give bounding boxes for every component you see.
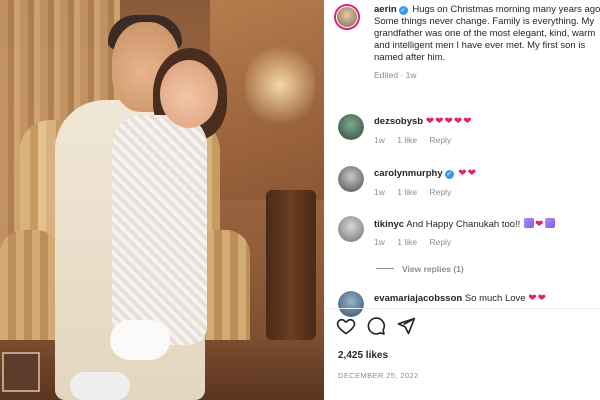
comment-likes[interactable]: 1 like xyxy=(397,187,417,197)
photo-side-table xyxy=(266,190,316,340)
view-replies-line xyxy=(376,268,394,269)
comment-text: tikinyc And Happy Chanukah too!! ❤ xyxy=(374,218,556,230)
caption-text: Hugs on Christmas morning many years ago… xyxy=(374,4,600,63)
photo-child-dress xyxy=(112,115,207,345)
view-replies-label: View replies (1) xyxy=(402,264,464,274)
verified-badge-icon: ✓ xyxy=(398,6,408,15)
likes-count[interactable]: 2,425 likes xyxy=(338,350,388,361)
red-heart-emoji-icon: ❤ xyxy=(534,219,545,230)
photo-shoe xyxy=(70,372,130,400)
comment-reply-button[interactable]: Reply xyxy=(429,237,451,247)
comment-text: carolynmurphy ✓ ❤❤ xyxy=(374,168,477,179)
comment-username[interactable]: carolynmurphy xyxy=(374,168,443,179)
caption-edited: Edited · 1w xyxy=(374,70,417,80)
comment-avatar[interactable] xyxy=(338,291,364,317)
comment-reply-button[interactable]: Reply xyxy=(429,187,451,197)
comment-username[interactable]: tikinyc xyxy=(374,219,404,230)
comment-avatar[interactable] xyxy=(338,114,364,140)
comment-avatar[interactable] xyxy=(338,166,364,192)
comment-meta: 1w 1 like Reply xyxy=(374,135,461,145)
heart-outline-icon[interactable] xyxy=(336,316,358,338)
paper-plane-icon[interactable] xyxy=(396,316,418,338)
comment-hearts: ❤❤ xyxy=(458,168,478,179)
comment-username[interactable]: evamariajacobsson xyxy=(374,293,462,304)
comment-text: evamariajacobsson So much Love ❤❤ xyxy=(374,293,547,304)
purple-heart-emoji-icon xyxy=(545,218,556,228)
photo-child-face xyxy=(160,60,218,128)
view-replies-button[interactable]: View replies (1) xyxy=(376,264,464,274)
post-date: DECEMBER 25, 2022 xyxy=(338,371,419,380)
verified-badge-icon: ✓ xyxy=(444,170,454,179)
comment-hearts: ❤❤ xyxy=(528,293,547,304)
caption-username[interactable]: aerin xyxy=(374,4,397,15)
photo-gift-box xyxy=(2,352,40,392)
comment-reply-button[interactable]: Reply xyxy=(429,135,451,145)
comment-likes[interactable]: 1 like xyxy=(397,237,417,247)
comment-time: 1w xyxy=(374,237,385,247)
purple-heart-emoji-icon xyxy=(523,218,534,228)
comment-time: 1w xyxy=(374,187,385,197)
comment-hearts: ❤❤❤❤❤ xyxy=(425,116,473,127)
comment-username[interactable]: dezsobysb xyxy=(374,116,423,127)
photo-child-socks xyxy=(110,320,170,360)
comment-body: And Happy Chanukah too!! xyxy=(406,219,521,230)
comment-avatar[interactable] xyxy=(338,216,364,242)
caption-avatar[interactable] xyxy=(334,4,360,30)
comment-meta: 1w 1 like Reply xyxy=(374,237,461,247)
post-photo[interactable] xyxy=(0,0,324,400)
comment-text: dezsobysb ❤❤❤❤❤ xyxy=(374,116,473,127)
comment-likes[interactable]: 1 like xyxy=(397,135,417,145)
photo-lamp xyxy=(245,40,315,130)
post-side-panel: aerin ✓ Hugs on Christmas morning many ye… xyxy=(324,0,600,400)
comment-meta: 1w 1 like Reply xyxy=(374,187,461,197)
comment-time: 1w xyxy=(374,135,385,145)
actions-divider xyxy=(324,308,600,309)
comment-bubble-icon[interactable] xyxy=(366,316,388,338)
caption-body: aerin ✓ Hugs on Christmas morning many ye… xyxy=(374,4,600,81)
comment-body: So much Love xyxy=(464,293,526,304)
